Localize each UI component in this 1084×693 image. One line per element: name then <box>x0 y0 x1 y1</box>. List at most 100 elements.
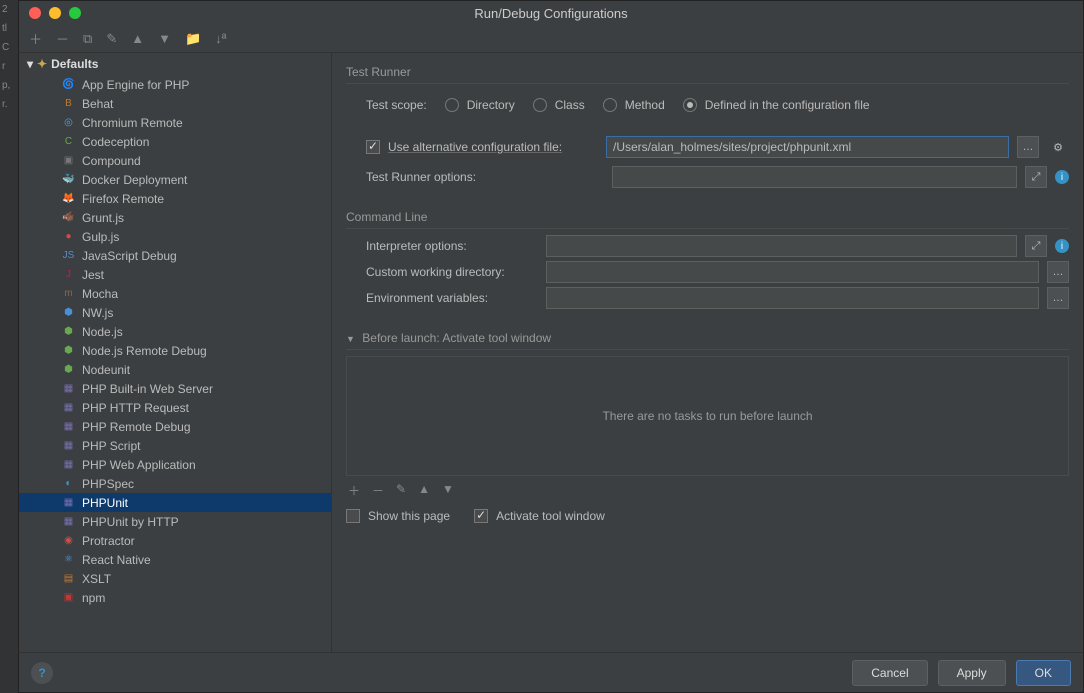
remove-task-icon[interactable]: － <box>372 482 384 499</box>
edit-env-button[interactable]: … <box>1047 287 1069 309</box>
tree-item-node-js-remote-debug[interactable]: ⬢Node.js Remote Debug <box>19 341 331 360</box>
tree-item-label: XSLT <box>82 572 111 586</box>
remove-icon[interactable]: － <box>56 29 69 48</box>
tree-item-label: Firefox Remote <box>82 192 164 206</box>
add-icon[interactable]: ＋ <box>29 29 42 48</box>
tree-item-node-js[interactable]: ⬢Node.js <box>19 322 331 341</box>
tree-item-javascript-debug[interactable]: JS JavaScript Debug <box>19 246 331 265</box>
before-launch-tasks: There are no tasks to run before launch <box>346 356 1069 476</box>
tree-item-label: Chromium Remote <box>82 116 183 130</box>
radio-method[interactable]: Method <box>603 98 665 112</box>
edit-task-icon[interactable]: ✎ <box>396 482 406 499</box>
tree-item-mocha[interactable]: mMocha <box>19 284 331 303</box>
tree-item-nw-js[interactable]: ⬢NW.js <box>19 303 331 322</box>
tree-item-php-web-application[interactable]: ▦PHP Web Application <box>19 455 331 474</box>
tree-item-grunt-js[interactable]: 🐗Grunt.js <box>19 208 331 227</box>
tree-item-codeception[interactable]: CCodeception <box>19 132 331 151</box>
tree-item-label: Docker Deployment <box>82 173 187 187</box>
sort-icon[interactable]: ↓ª <box>215 31 226 46</box>
tree-item-label: Protractor <box>82 534 135 548</box>
config-tree[interactable]: ▾ ✦ Defaults 🌀App Engine for PHPBBehat ◎ C… <box>19 53 332 652</box>
config-type-icon: B <box>61 96 76 111</box>
config-type-icon: JS <box>61 248 76 263</box>
radio-class[interactable]: Class <box>533 98 585 112</box>
caret-down-icon: ▼ <box>346 334 355 344</box>
up-icon[interactable]: ▲ <box>131 31 144 46</box>
move-up-icon[interactable]: ▲ <box>418 482 430 499</box>
settings-icon[interactable]: ✎ <box>106 31 117 47</box>
help-button[interactable]: ? <box>31 662 53 684</box>
tree-item-jest[interactable]: JJest <box>19 265 331 284</box>
tree-item-label: JavaScript Debug <box>82 249 177 263</box>
config-type-icon: m <box>61 286 76 301</box>
tree-root-defaults[interactable]: ▾ ✦ Defaults <box>19 53 331 75</box>
ok-button[interactable]: OK <box>1016 660 1071 686</box>
tree-item-firefox-remote[interactable]: 🦊 Firefox Remote <box>19 189 331 208</box>
add-task-icon[interactable]: ＋ <box>348 482 360 499</box>
browse-button[interactable]: … <box>1017 136 1039 158</box>
tree-item-php-http-request[interactable]: ▦PHP HTTP Request <box>19 398 331 417</box>
tree-item-chromium-remote[interactable]: ◎ Chromium Remote <box>19 113 331 132</box>
tree-item-label: Nodeunit <box>82 363 130 377</box>
tree-item-label: PHP HTTP Request <box>82 401 189 415</box>
expand-interp-button[interactable]: ⤢ <box>1025 235 1047 257</box>
tree-item-npm[interactable]: ▣ npm <box>19 588 331 607</box>
section-before-launch[interactable]: ▼ Before launch: Activate tool window <box>346 327 1069 350</box>
show-this-page-checkbox[interactable] <box>346 509 360 523</box>
alt-config-path-input[interactable] <box>606 136 1009 158</box>
config-type-icon: ⬢ <box>61 343 76 358</box>
tree-item-nodeunit[interactable]: ⬢Nodeunit <box>19 360 331 379</box>
tree-item-xslt[interactable]: ▤ XSLT <box>19 569 331 588</box>
reload-config-button[interactable]: ⚙ <box>1047 136 1069 158</box>
tree-item-phpunit-by-http[interactable]: ▦PHPUnit by HTTP <box>19 512 331 531</box>
tree-item-phpunit[interactable]: ▦PHPUnit <box>19 493 331 512</box>
env-input[interactable] <box>546 287 1039 309</box>
activate-tool-window-label: Activate tool window <box>496 509 605 523</box>
config-form: Test Runner Test scope: Directory Class … <box>332 53 1083 652</box>
config-type-icon: ▣ <box>61 590 76 605</box>
tree-item-compound[interactable]: ▣Compound <box>19 151 331 170</box>
tree-item-php-script[interactable]: ▦PHP Script <box>19 436 331 455</box>
interpreter-options-label: Interpreter options: <box>366 239 538 253</box>
editor-gutter: 2tlC rp,r. <box>0 0 18 693</box>
use-alt-config-checkbox[interactable] <box>366 140 380 154</box>
tree-item-gulp-js[interactable]: ●Gulp.js <box>19 227 331 246</box>
tree-item-phpspec[interactable]: ◐PHPSpec <box>19 474 331 493</box>
info-icon[interactable]: i <box>1055 239 1069 253</box>
browse-cwd-button[interactable]: … <box>1047 261 1069 283</box>
tree-item-label: Node.js <box>82 325 123 339</box>
config-type-icon: ▤ <box>61 571 76 586</box>
tree-item-app-engine-for-php[interactable]: 🌀App Engine for PHP <box>19 75 331 94</box>
tree-item-label: React Native <box>82 553 151 567</box>
move-down-icon[interactable]: ▼ <box>442 482 454 499</box>
tree-item-react-native[interactable]: ⚛React Native <box>19 550 331 569</box>
info-icon[interactable]: i <box>1055 170 1069 184</box>
test-scope-label: Test scope: <box>366 98 427 112</box>
folder-icon[interactable]: 📁 <box>185 31 201 47</box>
tree-item-label: Gulp.js <box>82 230 119 244</box>
tree-item-docker-deployment[interactable]: 🐳Docker Deployment <box>19 170 331 189</box>
dialog-footer: ? Cancel Apply OK <box>19 652 1083 692</box>
tree-item-php-built-in-web-server[interactable]: ▦PHP Built-in Web Server <box>19 379 331 398</box>
tree-item-label: npm <box>82 591 105 605</box>
dialog-window: Run/Debug Configurations ＋ － ⧉ ✎ ▲ ▼ 📁 ↓… <box>18 0 1084 693</box>
config-type-icon: ▣ <box>61 153 76 168</box>
tree-item-php-remote-debug[interactable]: ▦PHP Remote Debug <box>19 417 331 436</box>
runner-options-input[interactable] <box>612 166 1017 188</box>
copy-icon[interactable]: ⧉ <box>83 31 92 47</box>
apply-button[interactable]: Apply <box>938 660 1006 686</box>
tree-item-behat[interactable]: BBehat <box>19 94 331 113</box>
tree-item-label: App Engine for PHP <box>82 78 189 92</box>
config-type-icon: 🦊 <box>61 191 76 206</box>
config-type-icon: ◎ <box>61 115 76 130</box>
expand-options-button[interactable]: ⤢ <box>1025 166 1047 188</box>
activate-tool-window-checkbox[interactable] <box>474 509 488 523</box>
cwd-input[interactable] <box>546 261 1039 283</box>
interpreter-options-input[interactable] <box>546 235 1017 257</box>
cancel-button[interactable]: Cancel <box>852 660 927 686</box>
tree-item-protractor[interactable]: ◉Protractor <box>19 531 331 550</box>
radio-directory[interactable]: Directory <box>445 98 515 112</box>
config-type-icon: ▦ <box>61 514 76 529</box>
radio-config-file[interactable]: Defined in the configuration file <box>683 98 870 112</box>
down-icon[interactable]: ▼ <box>158 31 171 46</box>
